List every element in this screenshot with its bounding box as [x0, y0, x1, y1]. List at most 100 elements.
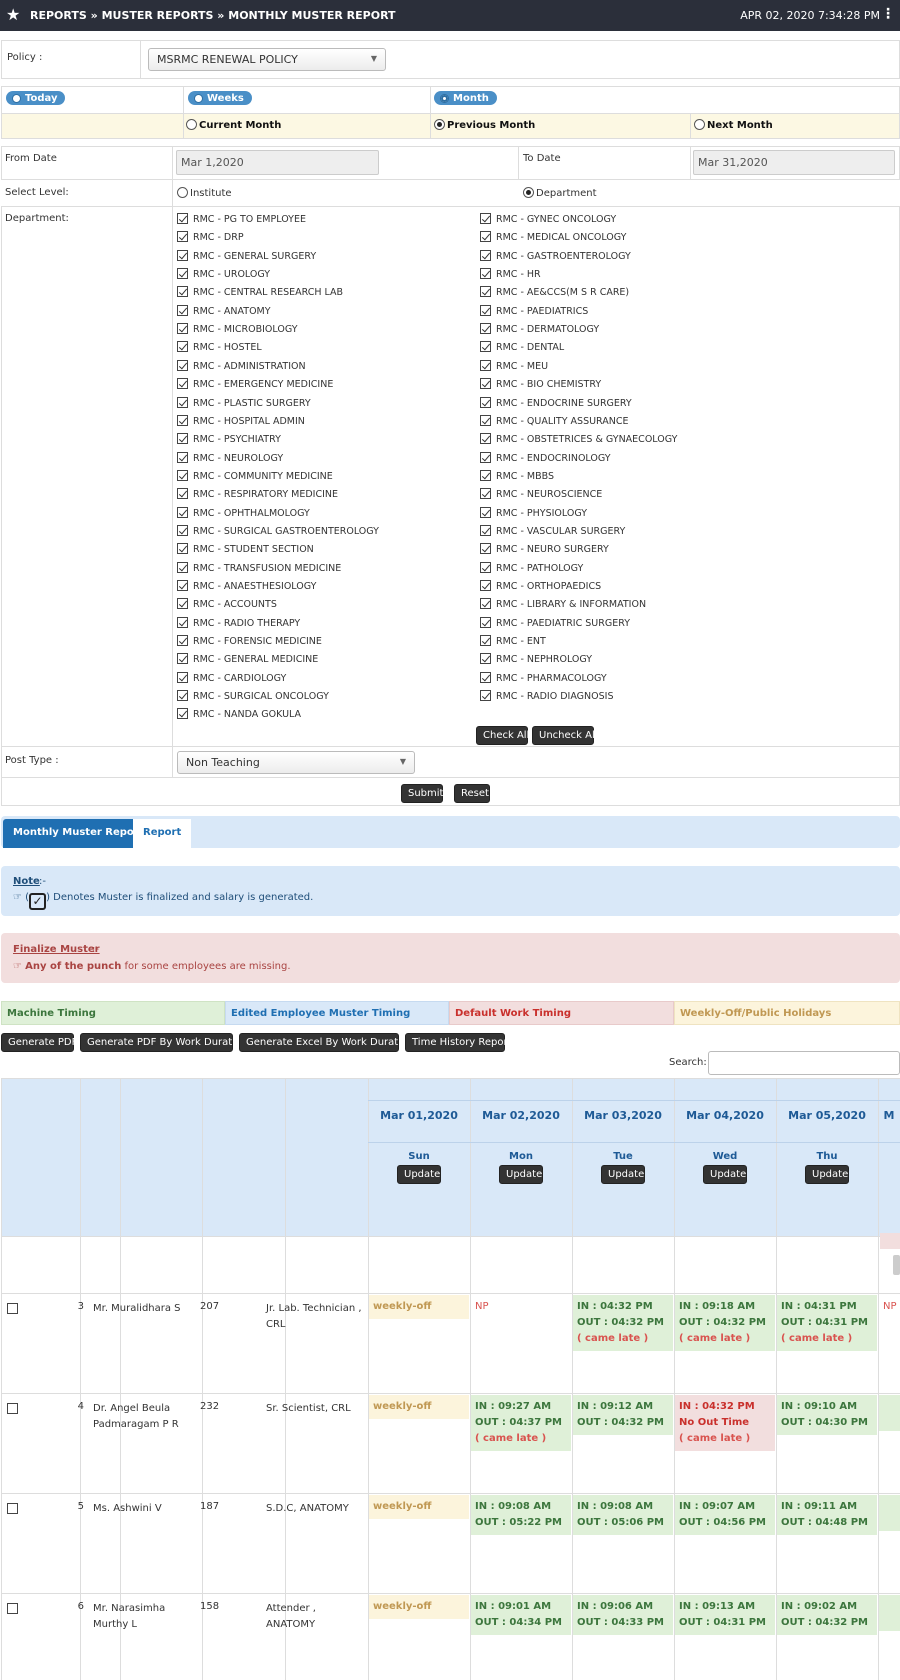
- employee-name: Ms. Ashwini V: [93, 1503, 162, 1514]
- policy-label: Policy :: [7, 52, 43, 63]
- update-button[interactable]: Update: [397, 1165, 441, 1184]
- legend-default-timing: Default Work Timing: [449, 1001, 674, 1025]
- star-icon[interactable]: ★: [6, 5, 20, 24]
- employee-name: Mr. Narasimha Murthy L: [93, 1603, 166, 1630]
- current-month-radio[interactable]: Current Month: [186, 119, 281, 131]
- attendance-cell[interactable]: IN : 09:08 AM OUT : 05:06 PM: [573, 1495, 673, 1535]
- attendance-cell[interactable]: IN : 09:08 AM OUT : 05:22 PM: [471, 1495, 571, 1535]
- to-date-label: To Date: [523, 153, 561, 164]
- finalize-bold: Any of the punch: [25, 961, 122, 972]
- checkbox-finalized-icon: ✓: [29, 893, 47, 910]
- designation: Attender , ANATOMY: [266, 1603, 316, 1630]
- row-number: 3: [77, 1301, 84, 1312]
- search-input[interactable]: [708, 1051, 900, 1075]
- datetime: APR 02, 2020 7:34:28 PM: [740, 9, 880, 22]
- weekly-off-cell[interactable]: weekly-off: [369, 1295, 469, 1319]
- generate-pdf-button[interactable]: Generate PDF: [1, 1033, 77, 1052]
- note-title: Note: [13, 876, 40, 887]
- finalize-text: for some employees are missing.: [121, 961, 291, 972]
- date-header: Mar 04,2020: [686, 1109, 764, 1122]
- designation: Sr. Scientist, CRL: [266, 1403, 351, 1414]
- date-header: Mar 05,2020: [788, 1109, 866, 1122]
- chevron-down-icon: ▼: [399, 757, 406, 766]
- np-cell[interactable]: NP: [471, 1295, 493, 1319]
- designation: S.D.C, ANATOMY: [266, 1503, 349, 1514]
- day-header: Sun: [408, 1151, 430, 1162]
- scrollbar-thumb[interactable]: [893, 1255, 900, 1275]
- attendance-cell[interactable]: IN : 09:01 AM OUT : 04:34 PM: [471, 1595, 571, 1635]
- top-bar: ★ REPORTS » MUSTER REPORTS » MONTHLY MUS…: [0, 0, 900, 31]
- day-header: Mon: [509, 1151, 533, 1162]
- row-number: 4: [77, 1401, 84, 1412]
- search-label: Search:: [669, 1057, 707, 1068]
- row-number: 6: [77, 1601, 84, 1612]
- tab-report[interactable]: Report: [133, 819, 192, 848]
- attendance-cell[interactable]: IN : 09:02 AM OUT : 04:32 PM: [777, 1595, 877, 1635]
- attendance-cell[interactable]: IN : 04:32 PM No Out Time( came late ): [675, 1395, 775, 1451]
- date-header: Mar 02,2020: [482, 1109, 560, 1122]
- row-number: 5: [77, 1501, 84, 1512]
- finalize-box: [1, 933, 900, 983]
- reset-button[interactable]: Reset: [454, 784, 490, 803]
- attendance-cell[interactable]: IN : 09:18 AM OUT : 04:32 PM( came late ): [675, 1295, 775, 1351]
- update-button[interactable]: Update: [499, 1165, 543, 1184]
- pointing-hand-icon: ☞: [13, 892, 22, 903]
- attendance-cell[interactable]: IN : 09:06 AM OUT : 04:33 PM: [573, 1595, 673, 1635]
- level-institute-radio[interactable]: Institute: [177, 187, 232, 199]
- attendance-cell[interactable]: IN : 04:32 PM OUT : 04:32 PM( came late ): [573, 1295, 673, 1351]
- range-weeks-radio[interactable]: Weeks: [188, 91, 252, 105]
- update-button[interactable]: Update: [703, 1165, 747, 1184]
- weekly-off-cell[interactable]: weekly-off: [369, 1595, 469, 1619]
- employee-name: Mr. Muralidhara S: [93, 1303, 181, 1314]
- legend-weekly-off: Weekly-Off/Public Holidays: [674, 1001, 900, 1025]
- range-month-radio[interactable]: Month: [434, 91, 497, 105]
- weekly-off-cell[interactable]: weekly-off: [369, 1395, 469, 1419]
- chevron-down-icon: ▼: [370, 54, 377, 63]
- from-date-label: From Date: [5, 153, 57, 164]
- employee-code: 232: [200, 1401, 220, 1412]
- finalize-title: Finalize Muster: [13, 944, 100, 955]
- designation: Jr. Lab. Technician , CRL: [266, 1303, 362, 1330]
- tab-monthly-muster-report[interactable]: Monthly Muster Report: [3, 819, 154, 848]
- update-button[interactable]: Update: [805, 1165, 849, 1184]
- employee-name: Dr. Angel Beula Padmaragam P R: [93, 1403, 179, 1430]
- breadcrumb: REPORTS » MUSTER REPORTS » MONTHLY MUSTE…: [30, 9, 396, 22]
- attendance-cell[interactable]: IN : 09:27 AM OUT : 04:37 PM( came late ): [471, 1395, 571, 1451]
- update-button[interactable]: Update: [601, 1165, 645, 1184]
- employee-code: 187: [200, 1501, 220, 1512]
- day-header: Thu: [816, 1151, 838, 1162]
- time-history-report-button[interactable]: Time History Report: [405, 1033, 512, 1052]
- attendance-cell[interactable]: IN : 09:07 AM OUT : 04:56 PM: [675, 1495, 775, 1535]
- date-header: Mar 03,2020: [584, 1109, 662, 1122]
- attendance-cell[interactable]: IN : 09:13 AM OUT : 04:31 PM: [675, 1595, 775, 1635]
- pointing-hand-icon: ☞: [13, 961, 22, 972]
- attendance-cell[interactable]: IN : 09:12 AM OUT : 04:32 PM: [573, 1395, 673, 1435]
- row-checkbox[interactable]: [7, 1403, 18, 1414]
- day-header: Tue: [613, 1151, 633, 1162]
- post-type-select[interactable]: Non Teaching ▼: [177, 751, 415, 774]
- weekly-off-cell[interactable]: weekly-off: [369, 1495, 469, 1519]
- post-type-label: Post Type :: [5, 755, 59, 766]
- level-department-radio[interactable]: Department: [523, 187, 597, 199]
- to-date-input[interactable]: Mar 31,2020: [693, 150, 895, 175]
- employee-code: 158: [200, 1601, 220, 1612]
- policy-row: [1, 40, 900, 79]
- generate-pdf-duration-button[interactable]: Generate PDF By Work Duration: [80, 1033, 247, 1052]
- submit-button[interactable]: Submit: [401, 784, 443, 803]
- attendance-cell[interactable]: IN : 09:10 AM OUT : 04:30 PM: [777, 1395, 877, 1435]
- date-header: Mar 01,2020: [380, 1109, 458, 1122]
- row-checkbox[interactable]: [7, 1503, 18, 1514]
- range-today-radio[interactable]: Today: [6, 91, 66, 105]
- row-checkbox[interactable]: [7, 1303, 18, 1314]
- legend-machine-timing: Machine Timing: [1, 1001, 225, 1025]
- from-date-input[interactable]: Mar 1,2020: [176, 150, 379, 175]
- next-month-radio[interactable]: Next Month: [694, 119, 773, 131]
- policy-select[interactable]: MSRMC RENEWAL POLICY ▼: [148, 48, 386, 71]
- generate-excel-duration-button[interactable]: Generate Excel By Work Duration: [239, 1033, 413, 1052]
- row-checkbox[interactable]: [7, 1603, 18, 1614]
- previous-month-radio[interactable]: Previous Month: [434, 119, 535, 131]
- attendance-cell[interactable]: IN : 04:31 PM OUT : 04:31 PM( came late ): [777, 1295, 877, 1351]
- attendance-cell[interactable]: IN : 09:11 AM OUT : 04:48 PM: [777, 1495, 877, 1535]
- legend-edited-timing: Edited Employee Muster Timing: [225, 1001, 449, 1025]
- more-menu-icon[interactable]: ⋮: [881, 6, 895, 22]
